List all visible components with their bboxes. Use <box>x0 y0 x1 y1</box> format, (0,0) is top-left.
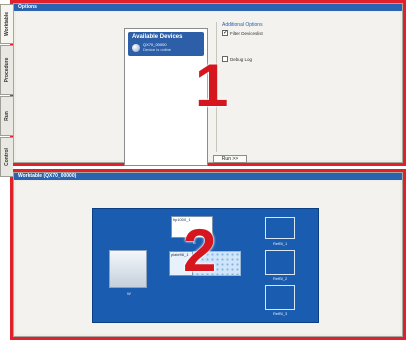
tab-run[interactable]: Run <box>0 96 13 136</box>
device-icon <box>132 44 140 52</box>
filter-deviceslist-label: Filter Deviceslist <box>230 30 263 36</box>
run-button[interactable]: Run >> <box>213 155 247 163</box>
filter-deviceslist-option[interactable]: ✓ Filter Deviceslist <box>222 30 263 36</box>
deck-large-tile[interactable] <box>109 250 147 288</box>
options-panel-title: Options <box>14 4 402 11</box>
deck-slot-right-3[interactable] <box>265 285 295 310</box>
annotation-marker-2: 2 <box>183 217 217 284</box>
additional-options: Additional Options ✓ Filter Deviceslist … <box>216 22 326 152</box>
slot-3-label: RefBl_3 <box>273 311 288 316</box>
additional-options-heading: Additional Options <box>222 22 263 28</box>
tab-control[interactable]: Control <box>0 137 13 177</box>
tab-procedure[interactable]: Procedure <box>0 45 13 95</box>
debug-log-label: Debug Log <box>230 56 253 62</box>
filter-deviceslist-checkbox[interactable]: ✓ <box>222 30 228 36</box>
worktable-panel-title: Worktable (QX70_00000) <box>14 173 402 180</box>
slot-2-label: RefBl_2 <box>273 276 288 281</box>
deck-slot-right-1[interactable] <box>265 217 295 239</box>
device-list-item[interactable]: Available Devices QX70_00000 Device is o… <box>128 32 204 56</box>
side-tabs: Worktable Procedure Run Control <box>0 4 13 177</box>
slot-1-label: RefBl_1 <box>273 241 288 246</box>
deck-slot-right-2[interactable] <box>265 250 295 275</box>
device-status: Device is online <box>143 47 172 52</box>
tab-worktable[interactable]: Worktable <box>0 4 13 44</box>
annotation-marker-1: 1 <box>195 52 229 119</box>
large-tile-label: W <box>127 291 131 296</box>
available-devices-header: Available Devices <box>132 34 183 40</box>
